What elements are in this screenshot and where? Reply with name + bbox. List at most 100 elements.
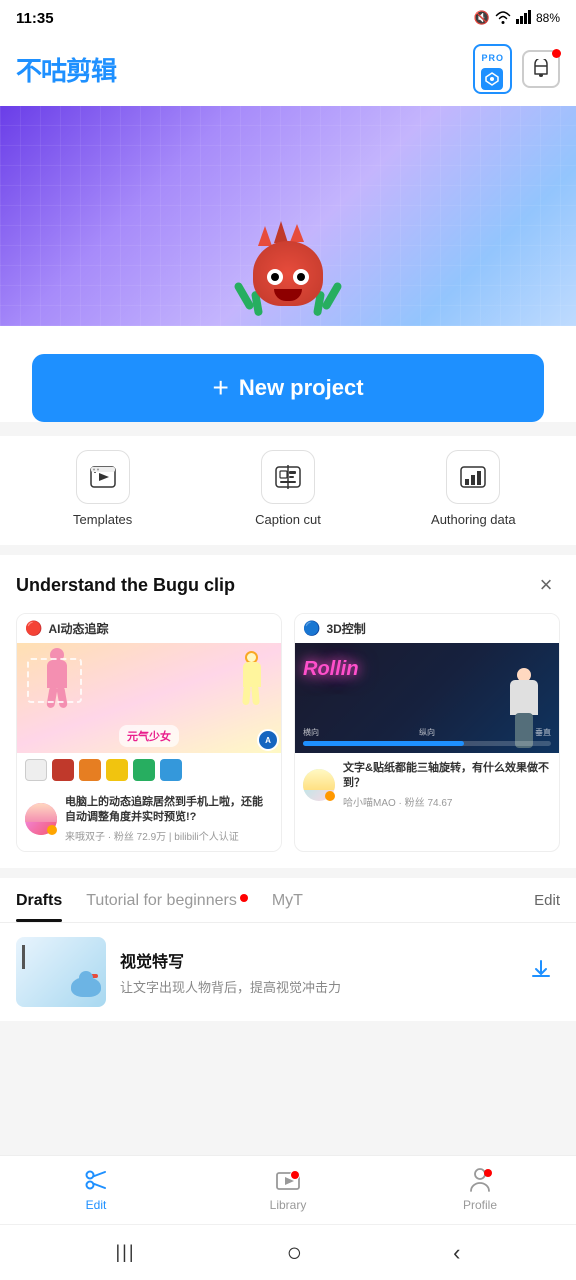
authoring-data-label: Authoring data (431, 512, 516, 527)
nav-library[interactable]: Library (192, 1166, 384, 1212)
notification-button[interactable] (522, 50, 560, 88)
top-bar: 不咕剪辑 PRO (0, 36, 576, 106)
bugu-cards: 🔴 AI动态追踪 (16, 613, 560, 852)
tab-drafts[interactable]: Drafts (16, 878, 62, 922)
card-2-avatar (303, 769, 335, 801)
dancer-2 (238, 651, 266, 711)
wifi-icon (494, 10, 512, 27)
new-project-section: + New project (0, 326, 576, 422)
new-project-label: New project (239, 375, 364, 401)
home-bar-menu[interactable]: ||| (115, 1242, 135, 1263)
card-2-desc: 文字&贴纸都能三轴旋转，有什么效果做不到？ (343, 761, 551, 792)
tab-drafts-label: Drafts (16, 892, 62, 909)
bugu-close-button[interactable]: × (532, 571, 560, 599)
spike-1 (258, 226, 272, 246)
draft-info: 视觉特写 让文字出现人物背后，提高视觉冲击力 (120, 948, 508, 996)
card-1-avatar-dot (47, 825, 57, 835)
status-time: 11:35 (16, 10, 54, 27)
spike-3 (290, 224, 304, 242)
card-1-text: 电脑上的动态追踪居然到手机上啦，还能自动调整角度并实时预览!? 来哦双子 · 粉… (65, 795, 273, 843)
profile-icon (466, 1166, 494, 1194)
card-1-info: 电脑上的动态追踪居然到手机上啦，还能自动调整角度并实时预览!? 来哦双子 · 粉… (17, 787, 281, 851)
card-2-avatar-dot (325, 791, 335, 801)
nav-profile-label: Profile (463, 1198, 497, 1212)
bird-body (71, 977, 101, 997)
pro-icon (481, 68, 503, 90)
card-1-image: 元气少女 A (17, 643, 281, 753)
nav-edit-label: Edit (86, 1198, 107, 1212)
new-project-button[interactable]: + New project (32, 354, 544, 422)
bugu-header: Understand the Bugu clip × (16, 571, 560, 599)
library-icon (274, 1166, 302, 1194)
monster-body (253, 241, 323, 306)
action-caption-cut[interactable]: Caption cut (195, 450, 380, 527)
avatar-dot: A (257, 729, 279, 751)
action-templates[interactable]: Templates (10, 450, 195, 527)
card-2-image: Rollin 横向 纵向 垂直 (295, 643, 559, 753)
color-dot-white (25, 759, 47, 781)
progress-area: 横向 纵向 垂直 (303, 727, 551, 748)
spike-2 (274, 221, 288, 243)
authoring-icon-box (446, 450, 500, 504)
card-1-meta: 来哦双子 · 粉丝 72.9万 | bilibili个人认证 (65, 828, 273, 843)
status-icons: 🔇 88% (474, 10, 560, 27)
card-1-tag-label: AI动态追踪 (48, 620, 108, 637)
hero-banner (0, 106, 576, 326)
tab-tutorial[interactable]: Tutorial for beginners (86, 878, 248, 922)
drafts-section: Drafts Tutorial for beginners MyT Edit 视… (0, 878, 576, 1021)
tab-tutorial-label: Tutorial for beginners (86, 892, 237, 909)
card-2-tag-emoji: 🔵 (303, 620, 320, 637)
templates-label: Templates (73, 512, 132, 527)
tab-myt[interactable]: MyT (272, 878, 303, 922)
thumb-line (22, 945, 25, 969)
home-bar-back[interactable]: ‹ (453, 1240, 460, 1266)
home-bar: ||| ○ ‹ (0, 1224, 576, 1280)
color-dot-blue (160, 759, 182, 781)
pro-badge[interactable]: PRO (473, 44, 512, 94)
card-1-tag: 🔴 AI动态追踪 (17, 614, 281, 643)
card-1-avatar (25, 803, 57, 835)
notification-dot (552, 49, 561, 58)
overlay-text: 元气少女 (127, 731, 171, 743)
card-2-meta: 哈小喵MAO · 粉丝 74.67 (343, 794, 551, 809)
bugu-card-2[interactable]: 🔵 3D控制 Rollin 横向 纵向 (294, 613, 560, 852)
status-bar: 11:35 🔇 88% (0, 0, 576, 36)
tutorial-red-dot (240, 894, 248, 902)
drafts-tabs: Drafts Tutorial for beginners MyT Edit (0, 878, 576, 923)
monster-eye-left (267, 269, 283, 285)
top-bar-actions: PRO (473, 44, 560, 94)
draft-desc: 让文字出现人物背后，提高视觉冲击力 (120, 977, 508, 996)
card-1-tag-emoji: 🔴 (25, 620, 42, 637)
card-2-tag: 🔵 3D控制 (295, 614, 559, 643)
monster-eye-right (293, 269, 309, 285)
mute-icon: 🔇 (474, 10, 490, 26)
quick-actions: Templates Caption cut Authoring data (0, 436, 576, 545)
action-authoring-data[interactable]: Authoring data (381, 450, 566, 527)
draft-item: 视觉特写 让文字出现人物背后，提高视觉冲击力 (0, 923, 576, 1021)
draft-title: 视觉特写 (120, 948, 508, 972)
nav-edit[interactable]: Edit (0, 1166, 192, 1212)
card-2-tag-label: 3D控制 (326, 620, 365, 637)
color-dot-yellow (106, 759, 128, 781)
nav-profile[interactable]: Profile (384, 1166, 576, 1212)
monster-character (248, 226, 328, 316)
draft-thumbnail (16, 937, 106, 1007)
templates-icon-box (76, 450, 130, 504)
selection-box (27, 658, 82, 703)
battery-icon: 88% (536, 11, 560, 25)
bugu-card-1[interactable]: 🔴 AI动态追踪 (16, 613, 282, 852)
color-dot-green (133, 759, 155, 781)
card-2-text: 文字&贴纸都能三轴旋转，有什么效果做不到？ 哈小喵MAO · 粉丝 74.67 (343, 761, 551, 809)
color-dot-orange (79, 759, 101, 781)
draft-download-button[interactable] (522, 950, 560, 994)
pro-badge-text: PRO (481, 48, 504, 66)
caption-icon-box (261, 450, 315, 504)
bugu-section: Understand the Bugu clip × 🔴 AI动态追踪 (0, 555, 576, 868)
tab-myt-label: MyT (272, 892, 303, 909)
card-1-colors (17, 753, 281, 787)
signal-icon (516, 10, 532, 27)
home-bar-home[interactable]: ○ (286, 1237, 302, 1268)
caption-cut-label: Caption cut (255, 512, 321, 527)
bottom-spacer (0, 1031, 576, 1171)
drafts-edit-button[interactable]: Edit (534, 878, 560, 921)
